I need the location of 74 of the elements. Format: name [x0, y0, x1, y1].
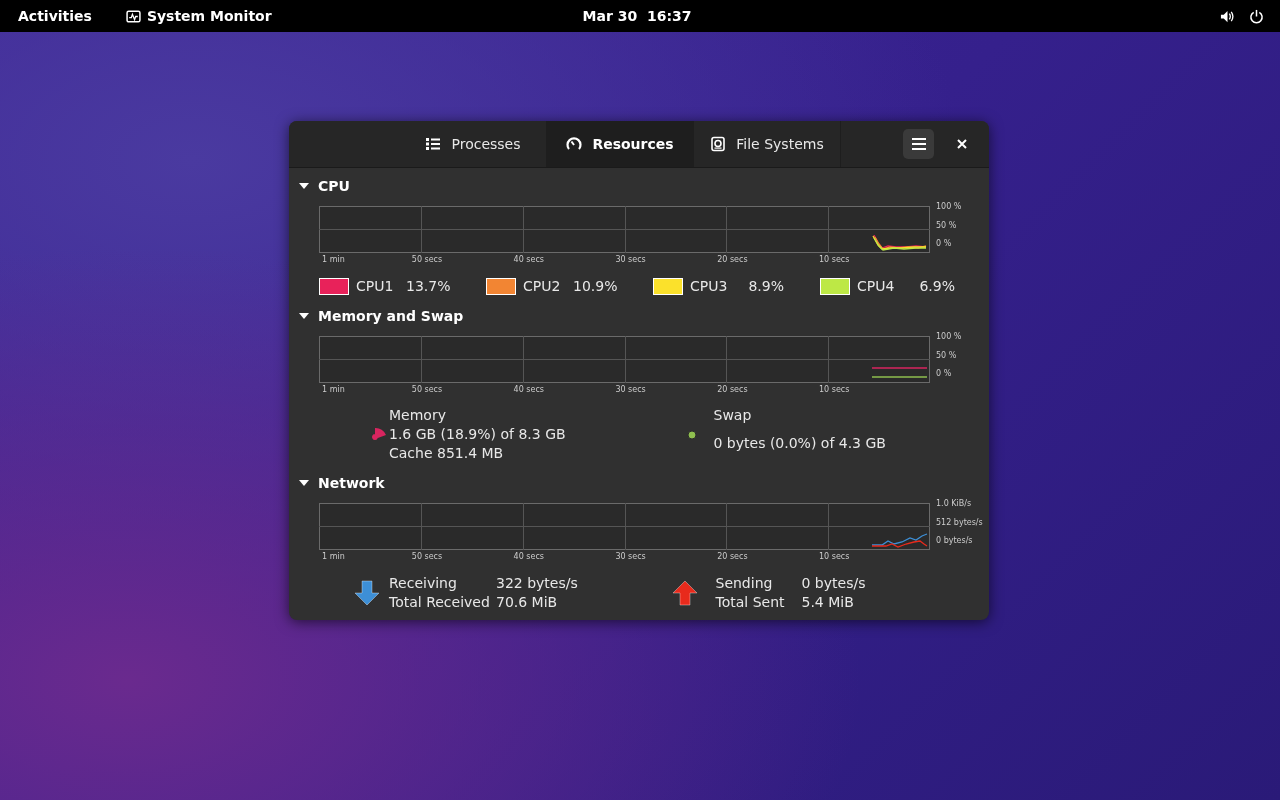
- cpu-label: CPU2: [523, 278, 562, 294]
- memory-detail: 0 bytes (0.0%) of 4.3 GB: [713, 434, 886, 453]
- axis-label: 0 bytes/s: [936, 536, 974, 546]
- monitor-icon: [125, 8, 141, 24]
- axis-label: 1 min: [321, 255, 345, 266]
- graph-trace: [872, 365, 928, 381]
- cpu-value: 13.7%: [406, 278, 450, 294]
- axis-label: 10 secs: [818, 385, 850, 396]
- axis-label: 40 secs: [512, 552, 544, 563]
- app-menu[interactable]: System Monitor: [117, 4, 280, 28]
- activities-button[interactable]: Activities: [10, 4, 100, 28]
- stat-label: Total Received: [389, 593, 491, 612]
- axis-label: 100 %: [936, 332, 962, 342]
- axis-label: 1.0 KiB/s: [936, 499, 973, 509]
- color-swatch[interactable]: [820, 277, 850, 295]
- axis-label: 1 min: [321, 385, 345, 396]
- expander-icon[interactable]: [299, 478, 309, 488]
- volume-icon[interactable]: [1220, 8, 1235, 24]
- axis-label: 50 %: [936, 220, 958, 231]
- menu-icon: [910, 136, 927, 152]
- color-swatch[interactable]: [319, 277, 349, 295]
- axis-label: 20 secs: [716, 385, 748, 396]
- graph-trace: [872, 532, 928, 548]
- axis-label: 20 secs: [716, 255, 748, 266]
- section-title[interactable]: CPU: [318, 178, 350, 194]
- memory-label: Swap: [713, 406, 753, 425]
- clock[interactable]: Mar 30 16:37: [574, 4, 700, 28]
- axis-label: 30 secs: [614, 255, 646, 266]
- tab[interactable]: File Systems: [694, 121, 841, 167]
- memory-label: Memory: [389, 406, 447, 425]
- stat-value: 0 bytes/s: [801, 574, 866, 593]
- section-title[interactable]: Memory and Swap: [318, 308, 464, 324]
- axis-label: 40 secs: [512, 385, 544, 396]
- gauge-icon: [566, 136, 583, 152]
- axis-label: 10 secs: [818, 255, 850, 266]
- axis-label: 100 %: [936, 202, 962, 212]
- stat-value: 70.6 MiB: [496, 593, 559, 612]
- axis-label: 10 secs: [818, 552, 850, 563]
- stat-label: Receiving: [389, 574, 458, 593]
- color-swatch[interactable]: [653, 277, 683, 295]
- stat-value: 322 bytes/s: [496, 574, 578, 593]
- axis-label: 1 min: [321, 552, 345, 563]
- memory-detail: Cache 851.4 MB: [389, 444, 505, 463]
- cpu-value: 6.9%: [918, 278, 955, 294]
- cpu-label: CPU1: [356, 278, 395, 294]
- section-title[interactable]: Network: [318, 475, 385, 491]
- color-swatch[interactable]: [486, 277, 516, 295]
- axis-label: 50 %: [936, 350, 958, 361]
- memory-detail: 1.6 GB (18.9%) of 8.3 GB: [389, 425, 566, 444]
- cpu-value: 10.9%: [573, 278, 617, 294]
- menu-button[interactable]: [903, 129, 934, 159]
- axis-label: 0 %: [936, 239, 953, 249]
- axis-label: 30 secs: [614, 552, 646, 563]
- list-icon: [425, 136, 442, 152]
- close-icon: [957, 139, 967, 149]
- axis-label: 50 secs: [410, 385, 443, 396]
- axis-label: 20 secs: [716, 552, 748, 563]
- power-icon[interactable]: [1249, 8, 1264, 24]
- expander-icon[interactable]: [299, 181, 309, 191]
- axis-label: 0 %: [936, 369, 953, 379]
- axis-label: 512 bytes/s: [936, 517, 983, 528]
- axis-label: 50 secs: [410, 552, 443, 563]
- stat-label: Total Sent: [715, 593, 786, 612]
- axis-label: 50 secs: [410, 255, 443, 266]
- axis-label: 30 secs: [614, 385, 646, 396]
- stat-value: 5.4 MiB: [801, 593, 855, 612]
- cpu-label: CPU4: [857, 278, 896, 294]
- graph-trace: [872, 235, 928, 251]
- stat-label: Sending: [715, 574, 774, 593]
- tab[interactable]: Resources: [547, 121, 694, 167]
- axis-label: 40 secs: [512, 255, 544, 266]
- cpu-value: 8.9%: [747, 278, 784, 294]
- cpu-label: CPU3: [690, 278, 729, 294]
- expander-icon[interactable]: [299, 311, 309, 321]
